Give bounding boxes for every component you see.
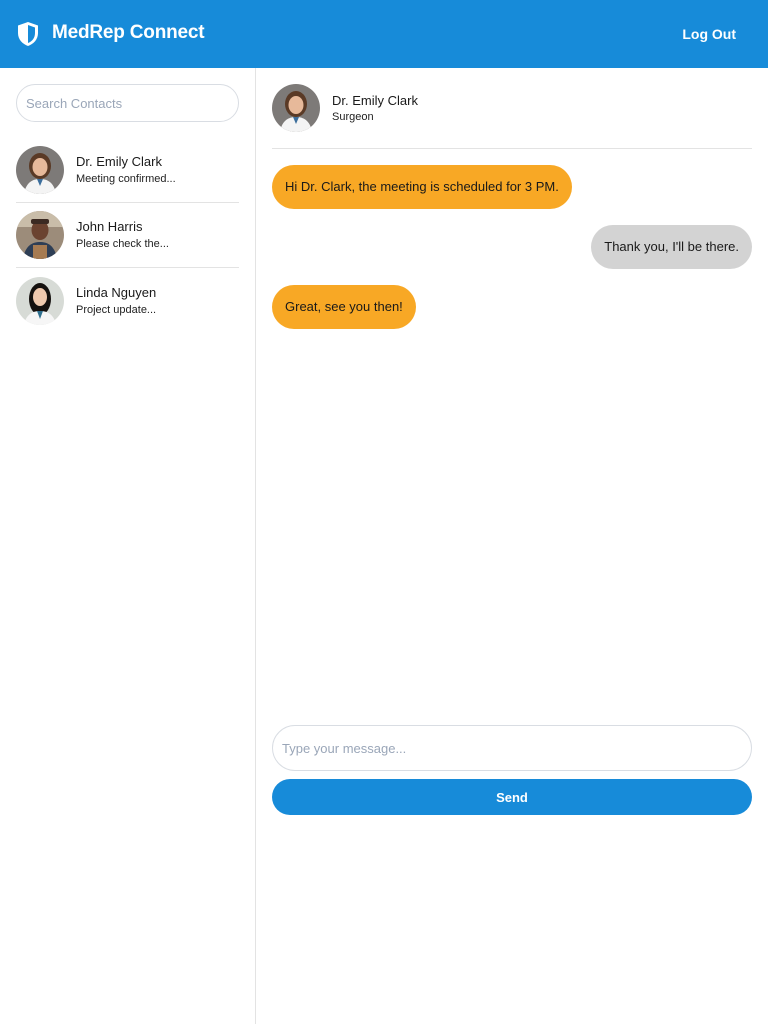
chat-header: Dr. Emily Clark Surgeon [272,84,752,149]
contact-item-emily-clark[interactable]: Dr. Emily Clark Meeting confirmed... [16,138,239,203]
message-bubble-incoming: Hi Dr. Clark, the meeting is scheduled f… [272,165,572,209]
message-input[interactable] [272,725,752,771]
shield-icon [18,22,38,46]
avatar [272,84,320,132]
message-bubble-incoming: Great, see you then! [272,285,416,329]
contact-preview: Meeting confirmed... [76,173,176,185]
contact-list: Dr. Emily Clark Meeting confirmed... Joh… [16,138,239,333]
chat-contact-name: Dr. Emily Clark [332,93,418,108]
chat-panel: Dr. Emily Clark Surgeon Hi Dr. Clark, th… [256,68,768,1024]
logout-button[interactable]: Log Out [682,26,736,42]
contact-item-john-harris[interactable]: John Harris Please check the... [16,203,239,268]
contact-name: Dr. Emily Clark [76,154,162,169]
contact-preview: Project update... [76,303,157,316]
send-button[interactable]: Send [272,779,752,815]
contact-name: John Harris [76,219,143,234]
contact-item-linda-nguyen[interactable]: Linda Nguyen Project update... [16,268,239,333]
contact-preview: Please check the... [76,238,169,250]
contact-name: Linda Nguyen [76,284,157,300]
search-contacts-input[interactable] [16,84,239,122]
app-title: MedRep Connect [52,22,205,43]
app-header: MedRep Connect Log Out [0,0,768,68]
avatar [16,146,64,194]
message-bubble-outgoing: Thank you, I'll be there. [591,225,752,269]
chat-contact-role: Surgeon [332,111,374,123]
avatar [16,211,64,259]
avatar [16,276,64,325]
contacts-sidebar: Dr. Emily Clark Meeting confirmed... Joh… [0,68,256,1024]
